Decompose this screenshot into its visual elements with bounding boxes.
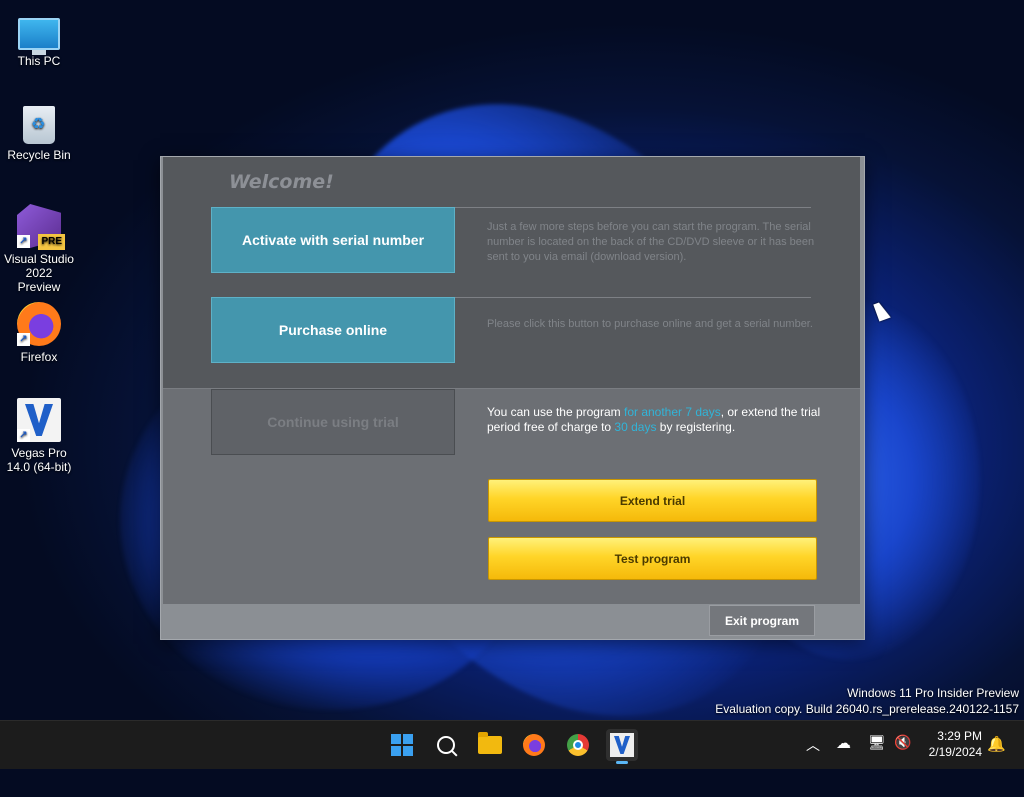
taskbar: ︿ ☁ 🖥 🔇 3:29 PM 2/19/2024 🔔	[0, 720, 1024, 769]
welcome-dialog: Welcome! Activate with serial number Jus…	[160, 156, 865, 640]
shortcut-arrow-icon: ↗	[17, 429, 30, 442]
notification-bell-icon[interactable]: 🔔	[987, 735, 1006, 753]
chrome-icon[interactable]	[562, 729, 594, 761]
purchase-description: Please click this button to purchase onl…	[487, 318, 813, 330]
start-icon[interactable]	[386, 729, 418, 761]
network-icon[interactable]: 🖥	[868, 734, 886, 751]
recycle-bin-icon: ♻	[23, 106, 55, 144]
search-icon[interactable]	[430, 729, 462, 761]
desktop-icon-recycle-bin[interactable]: ♻ Recycle Bin	[4, 106, 74, 162]
shortcut-arrow-icon: ↗	[17, 333, 30, 346]
file-explorer-icon[interactable]	[474, 729, 506, 761]
vegas-pro-icon: ↗	[17, 398, 61, 442]
desktop-icon-label: Vegas Pro 14.0 (64-bit)	[6, 446, 72, 474]
monitor-icon	[18, 18, 60, 55]
desktop-icon-label: This PC	[17, 54, 61, 68]
vegas-pro-icon[interactable]	[606, 729, 638, 764]
clock-date: 2/19/2024	[928, 745, 982, 759]
windows-watermark: Windows 11 Pro Insider Preview Evaluatio…	[715, 686, 1019, 716]
clock-time: 3:29 PM	[937, 729, 982, 743]
trial-info-text: You can use the program for another 7 da…	[487, 405, 821, 434]
trial-days-remaining: for another 7 days	[623, 405, 721, 419]
desktop-icon-firefox[interactable]: ↗ Firefox	[4, 302, 74, 364]
test-program-button[interactable]: Test program	[488, 537, 817, 580]
system-clock[interactable]: 3:29 PM 2/19/2024	[929, 728, 982, 760]
desktop-icon-label: Recycle Bin	[7, 148, 71, 162]
dialog-title: Welcome!	[229, 171, 334, 193]
extend-trial-button[interactable]: Extend trial	[488, 479, 817, 522]
shortcut-arrow-icon: ↗	[17, 235, 30, 248]
visual-studio-icon: PRE ↗	[17, 204, 65, 250]
firefox-icon: ↗	[17, 302, 61, 346]
desktop-icon-label: Firefox	[20, 350, 58, 364]
volume-muted-icon[interactable]: 🔇	[894, 734, 911, 751]
activate-description: Just a few more steps before you can sta…	[487, 221, 815, 263]
chevron-up-icon[interactable]: ︿	[806, 735, 820, 755]
preview-badge: PRE	[38, 234, 65, 250]
activate-serial-button[interactable]: Activate with serial number	[211, 207, 455, 273]
desktop-icon-this-pc[interactable]: This PC	[4, 10, 74, 68]
desktop-icon-vegas-pro[interactable]: ↗ Vegas Pro 14.0 (64-bit)	[4, 398, 74, 474]
firefox-icon[interactable]	[518, 729, 550, 761]
dialog-content: Welcome! Activate with serial number Jus…	[163, 157, 860, 604]
exit-program-button[interactable]: Exit program	[709, 605, 815, 636]
trial-section: Continue using trial You can use the pro…	[163, 388, 860, 604]
purchase-online-button[interactable]: Purchase online	[211, 297, 455, 363]
desktop-icon-label: Visual Studio 2022 Preview	[4, 252, 74, 294]
onedrive-icon[interactable]: ☁	[836, 734, 851, 752]
continue-trial-button[interactable]: Continue using trial	[211, 389, 455, 455]
extended-trial-days: 30 days	[614, 420, 657, 434]
desktop-icon-visual-studio[interactable]: PRE ↗ Visual Studio 2022 Preview	[4, 204, 74, 294]
